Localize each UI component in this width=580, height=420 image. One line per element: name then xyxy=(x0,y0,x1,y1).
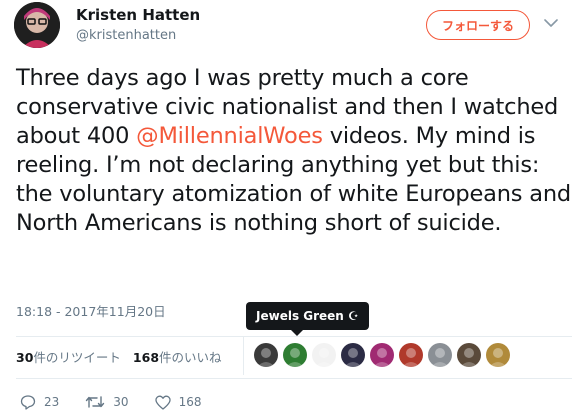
like-button[interactable]: 168 xyxy=(154,395,202,410)
heart-icon xyxy=(154,395,171,410)
reply-button[interactable]: 23 xyxy=(20,394,59,410)
avatar-p-logo[interactable] xyxy=(254,343,278,367)
retweet-count: 30 xyxy=(113,395,129,409)
likes-label: 件のいいね xyxy=(159,349,222,365)
liker-tooltip: Jewels Green ☪ xyxy=(246,302,369,330)
author-avatar[interactable] xyxy=(14,2,60,48)
reply-icon xyxy=(20,395,36,410)
avatar-pink-face[interactable] xyxy=(370,343,394,367)
tweet-stats: 30件のリツイート 168件のいいね xyxy=(16,345,234,367)
more-options-button[interactable] xyxy=(540,12,562,34)
tweet-text: Three days ago I was pretty much a core … xyxy=(16,64,572,238)
mention-link[interactable]: @MillennialWoes xyxy=(136,123,323,149)
retweets-count: 30 xyxy=(16,349,34,365)
like-count: 168 xyxy=(178,395,202,409)
tweet-timestamp[interactable]: 18:18 - 2017年11月20日 xyxy=(16,301,166,320)
avatar-horned[interactable] xyxy=(457,343,481,367)
divider xyxy=(16,336,572,337)
author-handle[interactable]: @kristenhatten xyxy=(76,28,176,43)
likes-stat[interactable]: 168件のいいね xyxy=(133,347,222,366)
avatar-eagle-crest[interactable] xyxy=(312,343,336,367)
likes-count: 168 xyxy=(132,349,160,365)
likers-list xyxy=(254,343,515,367)
avatar-statue[interactable] xyxy=(428,343,452,367)
reply-count: 23 xyxy=(44,395,60,409)
stats-separator xyxy=(243,337,244,375)
retweets-label: 件のリツイート xyxy=(33,349,121,365)
follow-button[interactable]: フォローする xyxy=(426,10,530,40)
retweet-icon xyxy=(86,396,105,408)
avatar-dark-logo[interactable] xyxy=(341,343,365,367)
avatar-green-face[interactable] xyxy=(283,343,307,367)
author-display-name[interactable]: Kristen Hatten xyxy=(76,6,200,24)
avatar-blond-face[interactable] xyxy=(486,343,510,367)
divider xyxy=(16,378,572,379)
retweets-stat[interactable]: 30件のリツイート xyxy=(16,347,121,366)
retweet-button[interactable]: 30 xyxy=(85,395,129,409)
chevron-down-icon xyxy=(544,18,558,27)
avatar-red-face[interactable] xyxy=(399,343,423,367)
tweet-actions: 23 30 168 xyxy=(20,393,227,411)
